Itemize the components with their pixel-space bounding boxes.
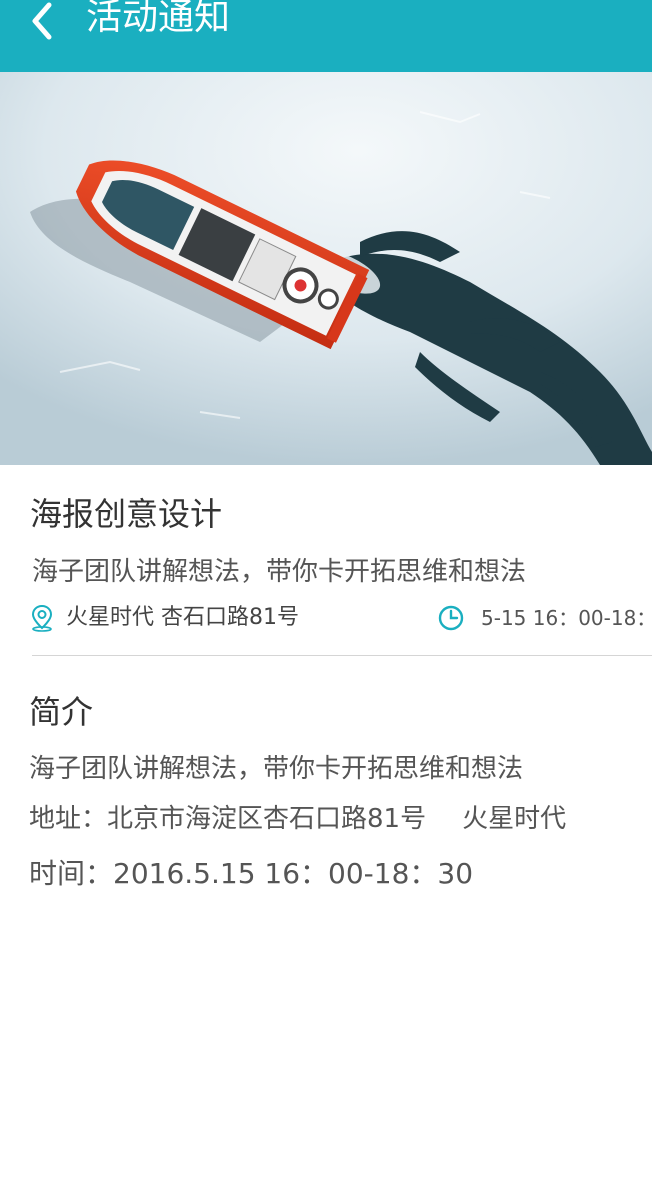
event-meta-row: 火星时代 杏石口路81号 5-15 16：00-18：30 <box>30 600 652 636</box>
event-subtitle: 海子团队讲解想法，带你卡开拓思维和想法 <box>32 557 527 587</box>
event-banner-image <box>0 72 652 465</box>
chevron-left-icon <box>32 2 52 40</box>
event-title: 海报创意设计 <box>30 495 223 533</box>
intro-heading: 简介 <box>29 693 94 731</box>
clock-icon <box>438 605 464 631</box>
back-button[interactable] <box>18 0 66 42</box>
top-app-bar: 活动通知 <box>0 0 652 72</box>
intro-venue: 火星时代 <box>462 804 567 834</box>
speedboat-illustration <box>0 72 652 465</box>
page-title: 活动通知 <box>86 0 231 38</box>
intro-time: 时间：2016.5.15 16：00-18：30 <box>29 857 474 890</box>
intro-description: 海子团队讲解想法，带你卡开拓思维和想法 <box>29 754 524 784</box>
event-location: 火星时代 杏石口路81号 <box>66 605 299 630</box>
intro-address: 地址：北京市海淀区杏石口路81号 <box>29 804 427 834</box>
section-divider <box>32 655 652 656</box>
intro-address-line: 地址：北京市海淀区杏石口路81号 火星时代 <box>29 800 566 838</box>
location-pin-icon <box>31 604 53 632</box>
event-time-short: 5-15 16：00-18：30 <box>481 606 652 630</box>
